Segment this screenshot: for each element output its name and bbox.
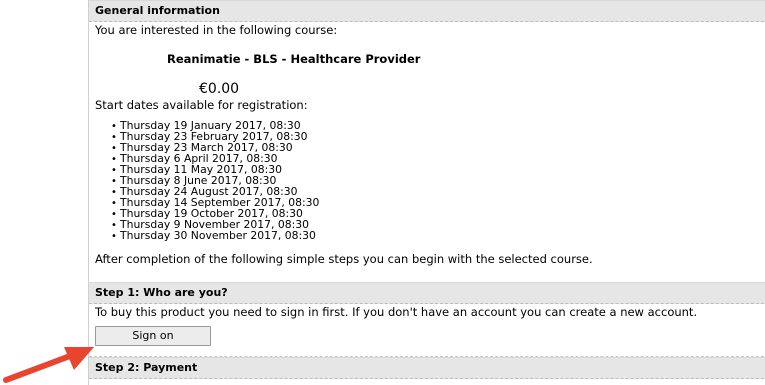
- red-arrow-icon: [3, 347, 94, 383]
- button-area: Sign on: [89, 326, 765, 356]
- registration-panel: General information You are interested i…: [88, 0, 765, 385]
- start-date-item: Thursday 30 November 2017, 08:30: [111, 230, 765, 241]
- step1-body: To buy this product you need to sign in …: [89, 304, 765, 357]
- course-name: Reanimatie - BLS - Healthcare Provider: [167, 52, 421, 66]
- general-information-header: General information: [89, 0, 765, 22]
- sign-in-instructions: To buy this product you need to sign in …: [95, 305, 698, 319]
- dates-label: Start dates available for registration:: [95, 98, 308, 112]
- course-price: €0.00: [199, 81, 240, 97]
- step2-header: Step 2: Payment: [89, 357, 765, 379]
- step1-header: Step 1: Who are you?: [89, 282, 765, 304]
- completion-text: After completion of the following simple…: [95, 252, 593, 266]
- course-intro-text: You are interested in the following cour…: [95, 23, 338, 37]
- sign-on-button[interactable]: Sign on: [95, 326, 211, 346]
- start-dates-list: Thursday 19 January 2017, 08:30 Thursday…: [89, 120, 765, 241]
